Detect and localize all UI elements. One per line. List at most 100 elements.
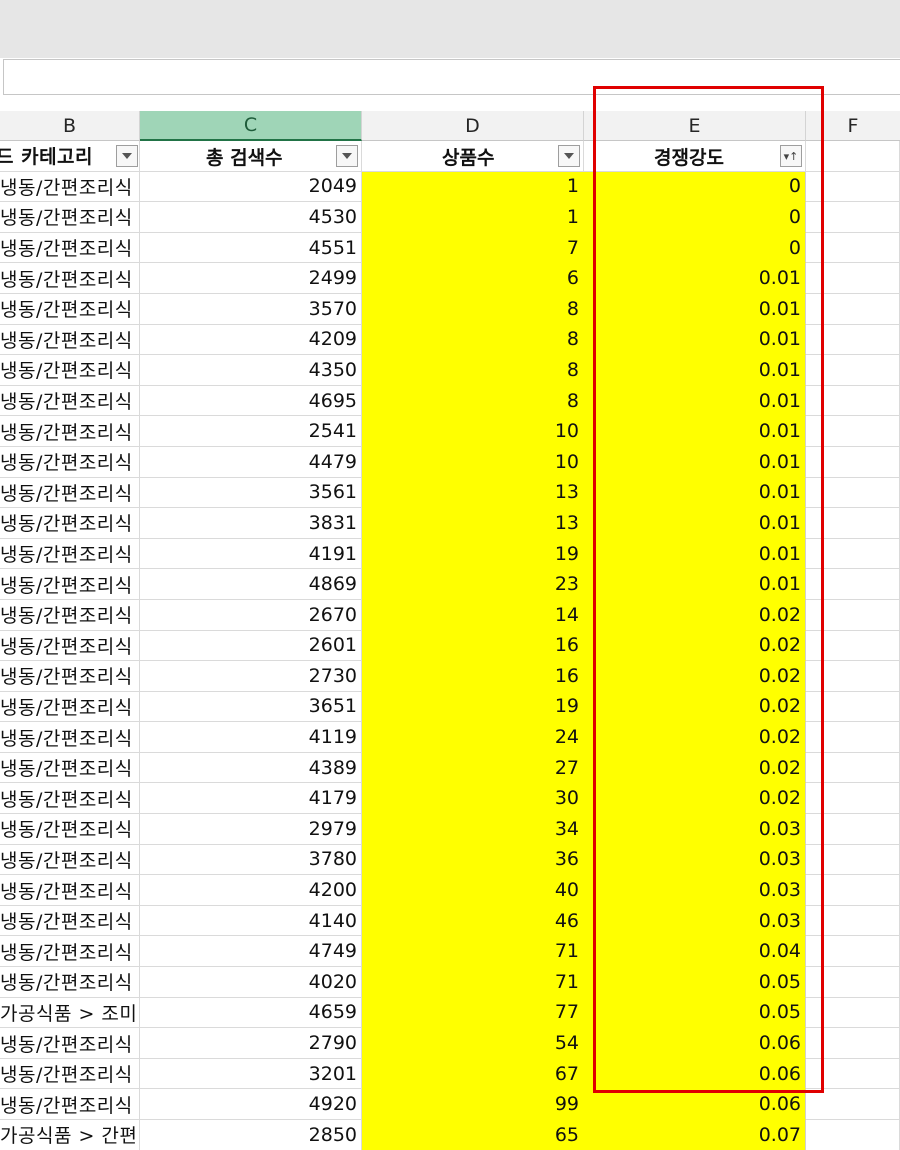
product-count-cell[interactable]: 71 — [362, 967, 584, 998]
total-search-cell[interactable]: 4200 — [140, 875, 362, 906]
category-cell[interactable]: 냉동/간편조리식 — [0, 691, 140, 723]
total-search-cell[interactable]: 2790 — [140, 1028, 362, 1059]
product-count-cell[interactable]: 23 — [362, 569, 584, 600]
competition-cell[interactable]: 0.05 — [584, 997, 806, 1029]
total-search-cell[interactable]: 2601 — [140, 630, 362, 662]
total-search-cell[interactable]: 3651 — [140, 691, 362, 723]
category-cell[interactable]: 냉동/간편조리식 — [0, 569, 140, 600]
total-search-cell[interactable]: 4479 — [140, 446, 362, 478]
competition-cell[interactable]: 0.01 — [584, 538, 806, 570]
header-cell-category[interactable]: 드 카테고리 — [0, 141, 140, 172]
competition-cell[interactable]: 0.07 — [584, 1120, 806, 1150]
category-cell[interactable]: 냉동/간편조리식 — [0, 844, 140, 876]
total-search-cell[interactable]: 4869 — [140, 569, 362, 600]
total-search-cell[interactable]: 4530 — [140, 202, 362, 233]
product-count-cell[interactable]: 13 — [362, 508, 584, 539]
product-count-cell[interactable]: 19 — [362, 691, 584, 723]
product-count-cell[interactable]: 6 — [362, 263, 584, 294]
total-search-cell[interactable]: 2499 — [140, 263, 362, 294]
empty-cell[interactable] — [806, 355, 900, 386]
column-header-e[interactable]: E — [584, 111, 806, 141]
empty-cell[interactable] — [806, 997, 900, 1029]
total-search-cell[interactable]: 2979 — [140, 814, 362, 845]
competition-cell[interactable]: 0.06 — [584, 1058, 806, 1090]
header-cell-product-count[interactable]: 상품수 — [362, 141, 584, 172]
total-search-cell[interactable]: 4659 — [140, 997, 362, 1029]
product-count-cell[interactable]: 34 — [362, 814, 584, 845]
empty-cell[interactable] — [806, 416, 900, 447]
empty-cell[interactable] — [806, 936, 900, 968]
sort-descending-filter-icon[interactable]: ▾↑ — [780, 145, 802, 167]
total-search-cell[interactable]: 3831 — [140, 508, 362, 539]
category-cell[interactable]: 냉동/간편조리식 — [0, 814, 140, 845]
filter-dropdown-icon[interactable] — [116, 145, 138, 167]
competition-cell[interactable]: 0.04 — [584, 936, 806, 968]
category-cell[interactable]: 냉동/간편조리식 — [0, 599, 140, 631]
competition-cell[interactable]: 0.01 — [584, 324, 806, 356]
product-count-cell[interactable]: 67 — [362, 1058, 584, 1090]
competition-cell[interactable]: 0.03 — [584, 875, 806, 906]
category-cell[interactable]: 냉동/간편조리식 — [0, 1089, 140, 1120]
product-count-cell[interactable]: 8 — [362, 355, 584, 386]
product-count-cell[interactable]: 77 — [362, 997, 584, 1029]
competition-cell[interactable]: 0.05 — [584, 967, 806, 998]
product-count-cell[interactable]: 1 — [362, 202, 584, 233]
competition-cell[interactable]: 0.01 — [584, 477, 806, 509]
category-cell[interactable]: 냉동/간편조리식 — [0, 783, 140, 815]
empty-cell[interactable] — [806, 569, 900, 600]
competition-cell[interactable]: 0.06 — [584, 1089, 806, 1120]
header-cell-competition[interactable]: 경쟁강도 ▾↑ — [584, 141, 806, 172]
filter-dropdown-icon[interactable] — [336, 145, 358, 167]
competition-cell[interactable]: 0.02 — [584, 752, 806, 784]
product-count-cell[interactable]: 71 — [362, 936, 584, 968]
product-count-cell[interactable]: 27 — [362, 752, 584, 784]
total-search-cell[interactable]: 4920 — [140, 1089, 362, 1120]
category-cell[interactable]: 냉동/간편조리식 — [0, 905, 140, 937]
product-count-cell[interactable]: 8 — [362, 385, 584, 417]
category-cell[interactable]: 냉동/간편조리식 — [0, 936, 140, 968]
total-search-cell[interactable]: 2541 — [140, 416, 362, 447]
empty-cell[interactable] — [806, 1058, 900, 1090]
empty-cell[interactable] — [806, 875, 900, 906]
product-count-cell[interactable]: 99 — [362, 1089, 584, 1120]
filter-dropdown-icon[interactable] — [558, 145, 580, 167]
total-search-cell[interactable]: 2670 — [140, 599, 362, 631]
total-search-cell[interactable]: 2730 — [140, 661, 362, 692]
category-cell[interactable]: 냉동/간편조리식 — [0, 446, 140, 478]
empty-cell[interactable] — [806, 967, 900, 998]
category-cell[interactable]: 냉동/간편조리식 — [0, 171, 140, 203]
empty-cell[interactable] — [806, 722, 900, 753]
empty-cell[interactable] — [806, 538, 900, 570]
competition-cell[interactable]: 0 — [584, 171, 806, 203]
competition-cell[interactable]: 0.01 — [584, 293, 806, 325]
total-search-cell[interactable]: 3570 — [140, 293, 362, 325]
empty-cell[interactable] — [806, 844, 900, 876]
total-search-cell[interactable]: 3201 — [140, 1058, 362, 1090]
total-search-cell[interactable]: 4179 — [140, 783, 362, 815]
formula-bar[interactable] — [3, 59, 900, 95]
total-search-cell[interactable]: 4749 — [140, 936, 362, 968]
empty-cell[interactable] — [806, 630, 900, 662]
total-search-cell[interactable]: 4551 — [140, 232, 362, 264]
column-header-f[interactable]: F — [806, 111, 900, 141]
product-count-cell[interactable]: 8 — [362, 293, 584, 325]
total-search-cell[interactable]: 4140 — [140, 905, 362, 937]
category-cell[interactable]: 냉동/간편조리식 — [0, 967, 140, 998]
empty-cell[interactable] — [806, 752, 900, 784]
total-search-cell[interactable]: 2049 — [140, 171, 362, 203]
header-cell-total-search[interactable]: 총 검색수 — [140, 141, 362, 172]
column-header-b[interactable]: B — [0, 111, 140, 141]
competition-cell[interactable]: 0.01 — [584, 355, 806, 386]
empty-cell[interactable] — [806, 263, 900, 294]
category-cell[interactable]: 냉동/간편조리식 — [0, 722, 140, 753]
competition-cell[interactable]: 0.01 — [584, 263, 806, 294]
category-cell[interactable]: 냉동/간편조리식 — [0, 263, 140, 294]
product-count-cell[interactable]: 54 — [362, 1028, 584, 1059]
category-cell[interactable]: 냉동/간편조리식 — [0, 538, 140, 570]
category-cell[interactable]: 가공식품 > 간편 — [0, 1120, 140, 1150]
category-cell[interactable]: 냉동/간편조리식 — [0, 875, 140, 906]
total-search-cell[interactable]: 2850 — [140, 1120, 362, 1150]
empty-cell[interactable] — [806, 324, 900, 356]
category-cell[interactable]: 냉동/간편조리식 — [0, 385, 140, 417]
competition-cell[interactable]: 0.01 — [584, 446, 806, 478]
